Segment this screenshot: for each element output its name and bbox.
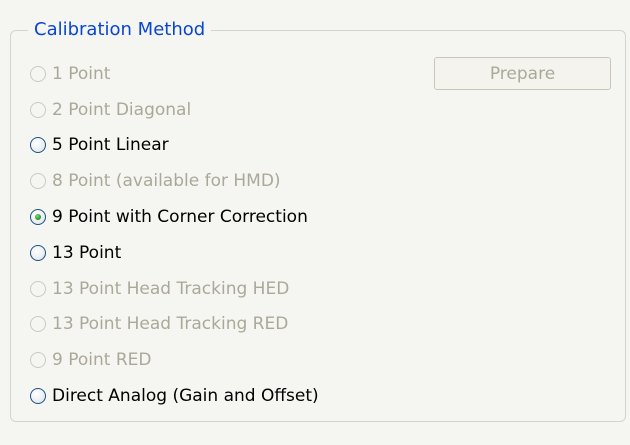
radio-option-5-point-linear[interactable]: 5 Point Linear <box>30 128 319 164</box>
option-label: 13 Point Head Tracking RED <box>52 314 289 335</box>
radio-option-1-point[interactable]: 1 Point <box>30 56 319 92</box>
option-label: Direct Analog (Gain and Offset) <box>52 386 319 407</box>
option-label: 5 Point Linear <box>52 135 169 156</box>
radio-selected-dot-icon <box>34 213 41 220</box>
radio-button-icon[interactable] <box>30 388 46 405</box>
radio-button-icon[interactable] <box>30 173 46 190</box>
option-label: 2 Point Diagonal <box>52 99 192 120</box>
radio-option-13-point-head-tracking-hed[interactable]: 13 Point Head Tracking HED <box>30 271 319 307</box>
calibration-method-options: 1 Point 2 Point Diagonal 5 Point Linear … <box>30 56 319 414</box>
radio-button-icon[interactable] <box>30 244 46 261</box>
radio-option-direct-analog[interactable]: Direct Analog (Gain and Offset) <box>30 378 319 414</box>
radio-option-8-point-hmd[interactable]: 8 Point (available for HMD) <box>30 163 319 199</box>
radio-option-2-point-diagonal[interactable]: 2 Point Diagonal <box>30 92 319 128</box>
option-label: 13 Point <box>52 242 122 263</box>
radio-button-icon[interactable] <box>30 65 46 82</box>
radio-button-icon[interactable] <box>30 101 46 118</box>
prepare-button[interactable]: Prepare <box>434 57 611 90</box>
option-label: 9 Point with Corner Correction <box>52 207 308 228</box>
radio-option-13-point-head-tracking-red[interactable]: 13 Point Head Tracking RED <box>30 307 319 343</box>
radio-button-icon[interactable] <box>30 137 46 154</box>
radio-button-icon[interactable] <box>30 280 46 297</box>
radio-option-9-point-red[interactable]: 9 Point RED <box>30 342 319 378</box>
radio-button-icon[interactable] <box>30 209 46 226</box>
calibration-panel: Calibration Method Prepare 1 Point 2 Poi… <box>0 0 630 445</box>
option-label: 8 Point (available for HMD) <box>52 171 281 192</box>
radio-button-icon[interactable] <box>30 316 46 333</box>
option-label: 1 Point <box>52 63 111 84</box>
radio-button-icon[interactable] <box>30 352 46 369</box>
option-label: 13 Point Head Tracking HED <box>52 278 290 299</box>
radio-option-13-point[interactable]: 13 Point <box>30 235 319 271</box>
group-title: Calibration Method <box>28 15 212 45</box>
radio-option-9-point-corner-correction[interactable]: 9 Point with Corner Correction <box>30 199 319 235</box>
option-label: 9 Point RED <box>52 350 152 371</box>
